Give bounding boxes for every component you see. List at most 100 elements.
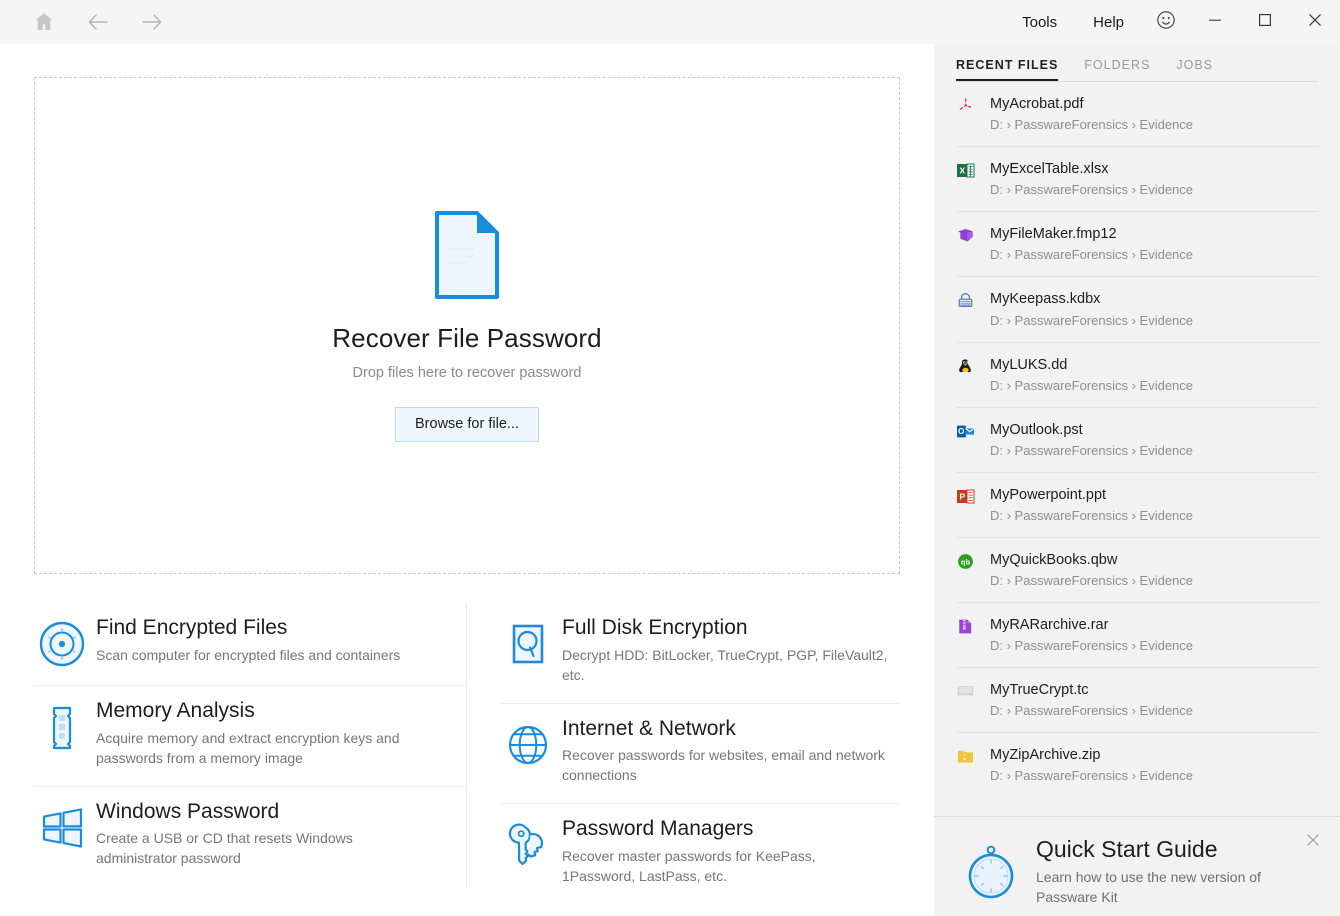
file-path: D: › PasswareForensics › Evidence	[990, 117, 1193, 132]
svg-text:X: X	[960, 166, 966, 176]
feature-title: Find Encrypted Files	[96, 616, 400, 641]
browse-for-file-button[interactable]: Browse for file...	[395, 407, 539, 442]
list-item[interactable]: MyRARarchive.rar D: › PasswareForensics …	[956, 602, 1318, 667]
close-icon	[1305, 832, 1321, 853]
menu-help[interactable]: Help	[1075, 0, 1142, 44]
app-window: Tools Help	[0, 0, 1340, 916]
title-bar: Tools Help	[0, 0, 1340, 44]
feature-description: Scan computer for encrypted files and co…	[96, 646, 400, 666]
feature-memory-analysis[interactable]: Memory Analysis Acquire memory and extra…	[34, 685, 466, 786]
feature-text: Find Encrypted Files Scan computer for e…	[90, 616, 400, 666]
feature-description: Create a USB or CD that resets Windows a…	[96, 829, 426, 869]
file-meta: MyZipArchive.zip D: › PasswareForensics …	[990, 746, 1193, 783]
list-item[interactable]: MyKeepass.kdbx D: › PasswareForensics › …	[956, 276, 1318, 341]
recent-files-list: MyAcrobat.pdf D: › PasswareForensics › E…	[934, 82, 1340, 816]
outlook-pst-icon: O	[956, 421, 990, 441]
feature-column-left: Find Encrypted Files Scan computer for e…	[34, 603, 466, 904]
file-meta: MyOutlook.pst D: › PasswareForensics › E…	[990, 421, 1193, 458]
list-item[interactable]: X MyExcelTable.xlsx D: › PasswareForensi…	[956, 146, 1318, 211]
list-item[interactable]: MyTrueCrypt.tc D: › PasswareForensics › …	[956, 667, 1318, 732]
file-name: MyTrueCrypt.tc	[990, 681, 1193, 699]
file-name: MyExcelTable.xlsx	[990, 160, 1193, 178]
feature-title: Password Managers	[562, 817, 892, 842]
quick-start-close-button[interactable]	[1302, 831, 1324, 853]
close-button[interactable]	[1290, 0, 1340, 44]
file-name: MyPowerpoint.ppt	[990, 486, 1193, 504]
file-path: D: › PasswareForensics › Evidence	[990, 443, 1193, 458]
maximize-icon	[1254, 9, 1276, 36]
menu-tools[interactable]: Tools	[1004, 0, 1075, 44]
keys-icon	[500, 817, 556, 869]
file-name: MyOutlook.pst	[990, 421, 1193, 439]
list-item[interactable]: O MyOutlook.pst D: › PasswareForensics ›…	[956, 407, 1318, 472]
tab-folders[interactable]: FOLDERS	[1084, 58, 1150, 81]
feature-find-encrypted-files[interactable]: Find Encrypted Files Scan computer for e…	[34, 603, 466, 685]
document-page-icon	[434, 210, 500, 305]
feature-text: Full Disk Encryption Decrypt HDD: BitLoc…	[556, 616, 892, 686]
feedback-button[interactable]	[1142, 0, 1190, 44]
file-path: D: › PasswareForensics › Evidence	[990, 638, 1193, 653]
minimize-button[interactable]	[1190, 0, 1240, 44]
file-path: D: › PasswareForensics › Evidence	[990, 573, 1193, 588]
close-icon	[1304, 9, 1326, 36]
feature-password-managers[interactable]: Password Managers Recover master passwor…	[500, 803, 900, 904]
feature-full-disk-encryption[interactable]: Full Disk Encryption Decrypt HDD: BitLoc…	[500, 603, 900, 703]
forward-arrow-icon	[140, 10, 164, 34]
feature-text: Windows Password Create a USB or CD that…	[90, 800, 426, 870]
sidebar: RECENT FILES FOLDERS JOBS MyAcrobat.pdf …	[934, 44, 1340, 916]
file-path: D: › PasswareForensics › Evidence	[990, 378, 1193, 393]
list-item[interactable]: MyZipArchive.zip D: › PasswareForensics …	[956, 732, 1318, 797]
file-name: MyLUKS.dd	[990, 356, 1193, 374]
file-path: D: › PasswareForensics › Evidence	[990, 247, 1193, 262]
list-item[interactable]: MyFileMaker.fmp12 D: › PasswareForensics…	[956, 211, 1318, 276]
home-icon	[32, 10, 56, 34]
file-path: D: › PasswareForensics › Evidence	[990, 313, 1193, 328]
feature-column-right: Full Disk Encryption Decrypt HDD: BitLoc…	[467, 603, 900, 904]
body-split: Recover File Password Drop files here to…	[0, 44, 1340, 916]
quick-start-text: Quick Start Guide Learn how to use the n…	[1032, 837, 1286, 907]
back-arrow-icon	[86, 10, 110, 34]
feature-title: Memory Analysis	[96, 699, 426, 724]
file-path: D: › PasswareForensics › Evidence	[990, 768, 1193, 783]
file-meta: MyQuickBooks.qbw D: › PasswareForensics …	[990, 551, 1193, 588]
list-item[interactable]: MyLUKS.dd D: › PasswareForensics › Evide…	[956, 342, 1318, 407]
recover-file-dropzone[interactable]: Recover File Password Drop files here to…	[34, 77, 900, 574]
menu-bar: Tools Help	[1004, 0, 1340, 44]
file-path: D: › PasswareForensics › Evidence	[990, 182, 1193, 197]
file-meta: MyRARarchive.rar D: › PasswareForensics …	[990, 616, 1193, 653]
quickbooks-icon: qb	[956, 551, 990, 571]
windows-logo-icon	[34, 800, 90, 852]
list-item[interactable]: qb MyQuickBooks.qbw D: › PasswareForensi…	[956, 537, 1318, 602]
quick-start-subtitle: Learn how to use the new version of Pass…	[1036, 868, 1286, 907]
quick-start-title: Quick Start Guide	[1036, 837, 1286, 862]
quick-start-guide-banner[interactable]: Quick Start Guide Learn how to use the n…	[934, 816, 1340, 916]
excel-xlsx-icon: X	[956, 160, 990, 180]
tab-recent-files[interactable]: RECENT FILES	[956, 58, 1058, 81]
list-item[interactable]: P MyPowerpoint.ppt D: › PasswareForensic…	[956, 472, 1318, 537]
maximize-button[interactable]	[1240, 0, 1290, 44]
file-path: D: › PasswareForensics › Evidence	[990, 703, 1193, 718]
feature-internet-network[interactable]: Internet & Network Recover passwords for…	[500, 703, 900, 804]
home-button[interactable]	[22, 0, 66, 44]
feature-title: Windows Password	[96, 800, 426, 825]
feature-windows-password[interactable]: Windows Password Create a USB or CD that…	[34, 786, 466, 887]
svg-text:P: P	[960, 491, 966, 501]
rar-archive-icon	[956, 616, 990, 636]
feature-title: Internet & Network	[562, 717, 892, 742]
forward-button[interactable]	[130, 0, 174, 44]
dropzone-subtitle: Drop files here to recover password	[353, 365, 582, 381]
tab-jobs[interactable]: JOBS	[1176, 58, 1213, 81]
sidebar-tabs: RECENT FILES FOLDERS JOBS	[934, 44, 1340, 81]
file-meta: MyKeepass.kdbx D: › PasswareForensics › …	[990, 290, 1193, 327]
feature-text: Internet & Network Recover passwords for…	[556, 717, 892, 787]
powerpoint-icon: P	[956, 486, 990, 506]
back-button[interactable]	[76, 0, 120, 44]
file-name: MyQuickBooks.qbw	[990, 551, 1193, 569]
list-item[interactable]: MyAcrobat.pdf D: › PasswareForensics › E…	[956, 82, 1318, 146]
feature-description: Decrypt HDD: BitLocker, TrueCrypt, PGP, …	[562, 646, 892, 686]
smiley-feedback-icon	[1155, 9, 1177, 36]
file-path: D: › PasswareForensics › Evidence	[990, 508, 1193, 523]
keepass-lock-icon	[956, 290, 990, 310]
svg-text:O: O	[958, 427, 964, 436]
svg-text:qb: qb	[961, 557, 971, 566]
